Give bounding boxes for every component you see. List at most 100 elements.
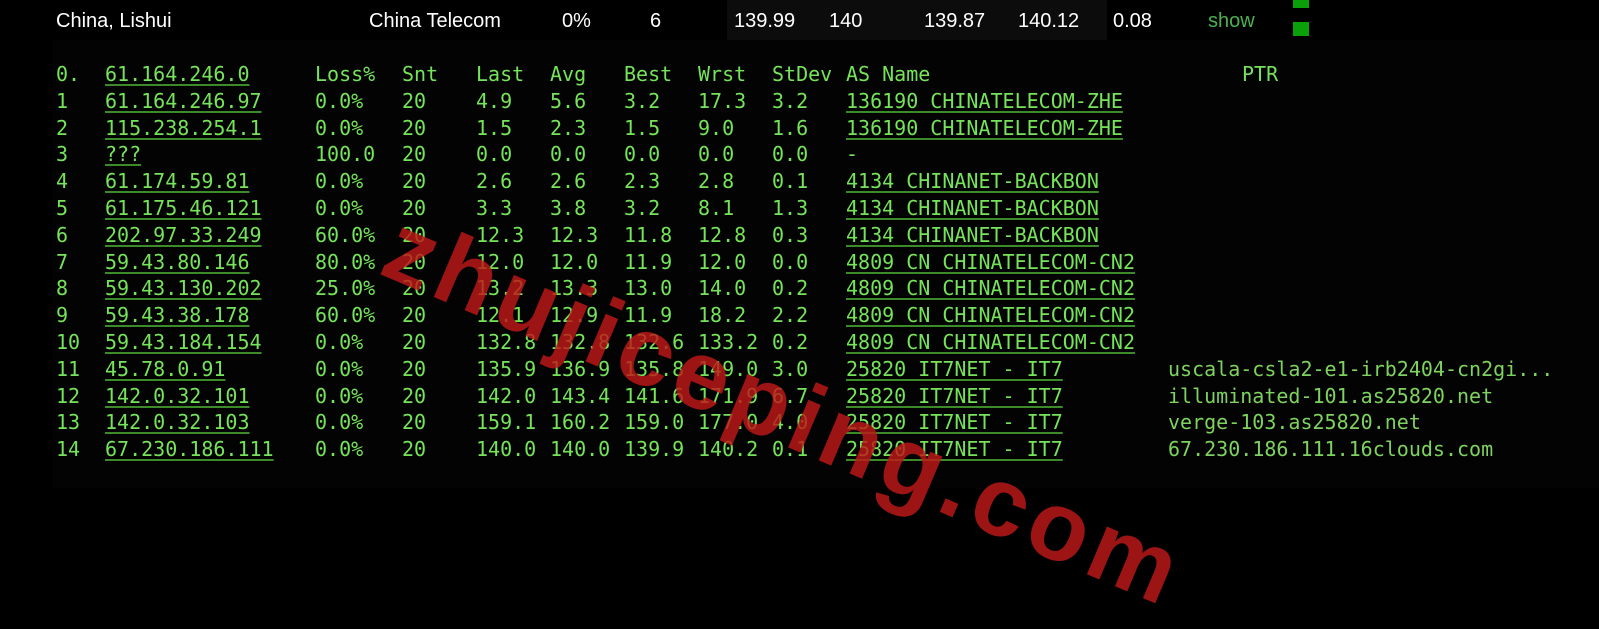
hop-best: 1.5 [624, 115, 661, 140]
hop-avg: 12.9 [550, 303, 599, 328]
hop-as-name[interactable]: 4809 CN CHINATELECOM-CN2 [846, 302, 1135, 329]
hop-sent: 20 [402, 437, 427, 462]
hop-index: 9 [56, 303, 69, 328]
table-row: 5 61.175.46.121 0.0% 20 3.3 3.8 3.2 8.1 1.3 4134 … [52, 195, 1599, 222]
hop-as-name[interactable]: 136190 CHINATELECOM-ZHE [846, 88, 1123, 115]
header-ptr: PTR [1242, 62, 1279, 86]
hop-sent: 20 [402, 356, 427, 381]
hop-stdev: 0.3 [772, 222, 809, 247]
hop-host[interactable]: 61.164.246.97 [105, 88, 262, 115]
hop-loss: 0.0% [315, 383, 364, 408]
hop-loss: 25.0% [315, 276, 376, 301]
hop-as-name[interactable]: 4134 CHINANET-BACKBON [846, 222, 1099, 249]
hop-as-name[interactable]: 4134 CHINANET-BACKBON [846, 195, 1099, 222]
hop-loss: 0.0% [315, 330, 364, 354]
hop-host[interactable]: 67.230.186.111 [105, 436, 274, 463]
summary-sent: 6 [650, 10, 662, 32]
hop-worst: 2.8 [698, 169, 735, 194]
table-row: 3??? 100.0 20 0.0 0.0 0.0 0.0 0.0 - [52, 141, 1599, 168]
table-row: 13 142.0.32.103 0.0% 20 159.1 160.2 159.0 177.0… [52, 409, 1599, 436]
show-link[interactable]: show [1208, 10, 1255, 33]
hop-avg: 13.3 [550, 276, 599, 301]
hop-stdev: 0.0 [772, 249, 809, 274]
hop-as-name[interactable]: 25820 IT7NET - IT7 [846, 383, 1063, 410]
hop-index: 14 [56, 437, 81, 462]
hop-as-name[interactable]: 4809 CN CHINATELECOM-CN2 [846, 275, 1135, 302]
hop-host[interactable]: 59.43.80.146 [105, 249, 250, 276]
hop-worst: 0.0 [698, 142, 735, 167]
summary-last: 139.99 [734, 10, 796, 32]
hop-host[interactable]: 59.43.38.178 [105, 302, 250, 329]
hop-as-name[interactable]: - [846, 141, 858, 168]
hop-loss: 60.0% [315, 222, 376, 247]
hop-loss: 100.0 [315, 142, 376, 167]
header-index: 0. [56, 62, 81, 86]
hop-index: 10 [56, 330, 81, 354]
hop-avg: 160.2 [550, 410, 611, 435]
hop-best: 139.9 [624, 437, 685, 462]
hop-avg: 12.3 [550, 222, 599, 247]
hop-best: 141.6 [624, 383, 685, 408]
hop-host[interactable]: 59.43.130.202 [105, 275, 262, 302]
hop-worst: 12.8 [698, 222, 747, 247]
hop-host[interactable]: 142.0.32.103 [105, 409, 250, 436]
hop-last: 140.0 [476, 437, 537, 462]
hop-index: 8 [56, 276, 69, 301]
hop-host[interactable]: ??? [105, 141, 141, 168]
hop-last: 132.8 [476, 330, 537, 354]
hop-best: 135.8 [624, 356, 685, 381]
table-row: 10 59.43.184.154 0.0% 20 132.8 132.8 132.6 133.… [52, 329, 1599, 356]
hop-loss: 0.0% [315, 410, 364, 435]
hop-host[interactable]: 45.78.0.91 [105, 356, 225, 383]
hop-sent: 20 [402, 115, 427, 140]
hop-sent: 20 [402, 169, 427, 194]
hop-stdev: 0.2 [772, 330, 809, 354]
hop-ptr: uscala-csla2-e1-irb2404-cn2gi... [1168, 356, 1554, 381]
hop-host[interactable]: 115.238.254.1 [105, 115, 262, 142]
mtr-panel: 0. 61.164.246.0 Loss% Snt Last Avg Best Wrst StD… [52, 40, 1599, 627]
hop-index: 13 [56, 410, 81, 435]
hop-as-name[interactable]: 4809 CN CHINATELECOM-CN2 [846, 329, 1135, 356]
summary-location: China, Lishui [56, 10, 172, 32]
table-row: 12 142.0.32.101 0.0% 20 142.0 143.4 141.6 171.9… [52, 383, 1599, 410]
hop-host[interactable]: 61.175.46.121 [105, 195, 262, 222]
hop-worst: 17.3 [698, 88, 747, 113]
hop-worst: 140.2 [698, 437, 759, 462]
hop-loss: 0.0% [315, 437, 364, 462]
hop-sent: 20 [402, 88, 427, 113]
hop-host[interactable]: 142.0.32.101 [105, 383, 250, 410]
hop-as-name[interactable]: 4134 CHINANET-BACKBON [846, 168, 1099, 195]
hop-index: 5 [56, 196, 69, 220]
hop-stdev: 2.2 [772, 303, 809, 328]
hop-stdev: 0.1 [772, 169, 809, 194]
hop-stdev: 0.2 [772, 276, 809, 301]
hop-sent: 20 [402, 249, 427, 274]
hop-worst: 14.0 [698, 276, 747, 301]
hop-index: 1 [56, 88, 69, 113]
hop-avg: 132.8 [550, 330, 611, 354]
hop-as-name[interactable]: 25820 IT7NET - IT7 [846, 409, 1063, 436]
hop-host[interactable]: 59.43.184.154 [105, 329, 262, 356]
table-row: 11 45.78.0.91 0.0% 20 135.9 136.9 135.8 149.0 3.… [52, 356, 1599, 383]
hop-as-name[interactable]: 136190 CHINATELECOM-ZHE [846, 115, 1123, 142]
hop-worst: 177.0 [698, 410, 759, 435]
hop-as-name[interactable]: 25820 IT7NET - IT7 [846, 356, 1063, 383]
table-row: 7 59.43.80.146 80.0% 20 12.0 12.0 11.9 12.0 0.0 4… [52, 249, 1599, 276]
hop-as-name[interactable]: 25820 IT7NET - IT7 [846, 436, 1063, 463]
hop-loss: 0.0% [315, 356, 364, 381]
table-header-row: 0. 61.164.246.0 Loss% Snt Last Avg Best Wrst StD… [52, 61, 1599, 88]
summary-row: China, Lishui China Telecom 0% 6 139.99 … [52, 0, 1599, 40]
hop-last: 12.0 [476, 249, 525, 274]
hop-worst: 12.0 [698, 249, 747, 274]
summary-best: 139.87 [924, 10, 986, 32]
hop-avg: 3.8 [550, 196, 587, 220]
hop-index: 11 [56, 356, 81, 381]
hop-last: 4.9 [476, 88, 513, 113]
hop-host[interactable]: 202.97.33.249 [105, 222, 262, 249]
hop-worst: 8.1 [698, 196, 735, 220]
hop-sent: 20 [402, 330, 427, 354]
hop-host[interactable]: 61.174.59.81 [105, 168, 250, 195]
hop-as-name[interactable]: 4809 CN CHINATELECOM-CN2 [846, 249, 1135, 276]
header-host[interactable]: 61.164.246.0 [105, 61, 250, 88]
hop-stdev: 3.2 [772, 88, 809, 113]
